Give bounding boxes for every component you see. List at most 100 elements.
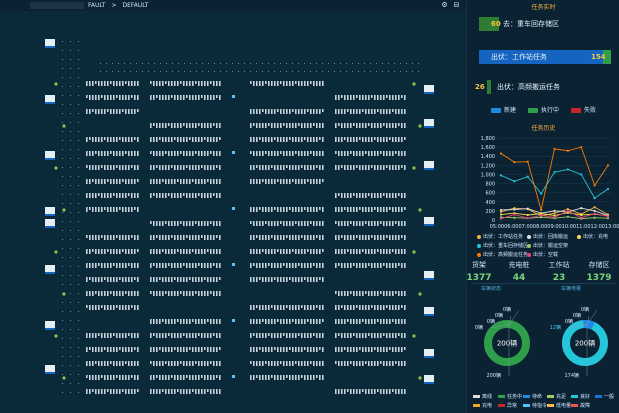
task-row-workstation[interactable]: 出伏：工作站任务 154 bbox=[479, 50, 611, 64]
legend-item-vehicle[interactable]: 离线 bbox=[473, 393, 492, 401]
series-point bbox=[540, 214, 543, 217]
settings-gear-icon[interactable]: ⚙ bbox=[440, 1, 449, 10]
legend-item-vehicle[interactable]: 异常 bbox=[498, 402, 517, 410]
workstation-icon[interactable] bbox=[424, 119, 434, 126]
agv-marker bbox=[232, 151, 235, 154]
legend-item-vehicle[interactable]: 任务中 bbox=[498, 393, 522, 401]
grid-dot bbox=[78, 275, 79, 276]
shelf-cell bbox=[313, 123, 315, 126]
shelf-cell bbox=[101, 347, 103, 352]
shelf-cell bbox=[219, 235, 221, 240]
shelf-cell bbox=[368, 389, 370, 394]
legend-label: 任务中 bbox=[507, 394, 523, 400]
task-row-return[interactable]: 60 去：重车回存储区 bbox=[479, 17, 611, 31]
workstation-icon[interactable] bbox=[45, 39, 55, 46]
workstation-icon[interactable] bbox=[424, 349, 434, 356]
warehouse-map[interactable] bbox=[0, 11, 466, 413]
shelf-cell bbox=[119, 179, 121, 184]
workstation-icon[interactable] bbox=[424, 217, 434, 224]
shelf-cell bbox=[113, 249, 115, 254]
grid-dot bbox=[400, 71, 401, 72]
shelf-cell bbox=[153, 137, 155, 142]
shelf-cell bbox=[159, 333, 161, 338]
legend-item-series[interactable]: 出伏：高频搬运任务 bbox=[477, 251, 528, 259]
shelf-cell bbox=[362, 291, 364, 296]
shelf-cell bbox=[259, 319, 261, 324]
workstation-icon[interactable] bbox=[45, 265, 55, 272]
shelf-cell bbox=[265, 123, 267, 128]
shelf-cell bbox=[174, 165, 176, 170]
y-tick-label: 1,600 bbox=[481, 145, 495, 151]
legend-item-vehicle[interactable]: 充足 bbox=[547, 393, 566, 401]
legend-item-running[interactable]: 执行中 bbox=[528, 107, 559, 115]
shelf-cell bbox=[386, 165, 388, 168]
legend-item-failed[interactable]: 失败 bbox=[571, 107, 596, 115]
shelf-cell bbox=[395, 249, 397, 254]
workstation-icon[interactable] bbox=[424, 85, 434, 92]
legend-swatch bbox=[523, 404, 530, 407]
shelf-cell bbox=[104, 235, 106, 240]
shelf-cell bbox=[250, 109, 252, 114]
shelf-cell bbox=[259, 305, 261, 310]
grid-dot bbox=[78, 302, 79, 303]
shelf-cell bbox=[322, 375, 324, 380]
shelf-cell bbox=[392, 137, 394, 142]
shelf-cell bbox=[86, 347, 88, 352]
export-icon[interactable]: ⊟ bbox=[452, 1, 461, 10]
shelf-cell bbox=[319, 151, 321, 156]
legend-item-vehicle[interactable]: 良好 bbox=[571, 393, 590, 401]
workstation-icon[interactable] bbox=[45, 151, 55, 158]
workstation-icon[interactable] bbox=[45, 207, 55, 214]
workstation-icon[interactable] bbox=[424, 307, 434, 314]
shelf-cell bbox=[101, 151, 103, 156]
shelf-cell bbox=[295, 165, 297, 170]
grid-dot bbox=[62, 248, 63, 249]
legend-item-series[interactable]: 出伏：充电 bbox=[577, 233, 608, 241]
shelf-cell bbox=[335, 95, 337, 100]
legend-item-vehicle[interactable]: 待命 bbox=[523, 393, 542, 401]
grid-dot bbox=[70, 113, 71, 114]
legend-item-new[interactable]: 新建 bbox=[491, 107, 516, 115]
legend-item-vehicle[interactable]: 故障 bbox=[571, 402, 590, 410]
legend-item-series[interactable]: 出伏：回库搬运 bbox=[527, 233, 568, 241]
shelf-cell bbox=[216, 137, 218, 142]
legend-item-vehicle[interactable]: 低电量 bbox=[547, 402, 571, 410]
legend-item-vehicle[interactable]: 待指令 bbox=[523, 402, 547, 410]
workstation-icon[interactable] bbox=[45, 321, 55, 328]
shelf-cell bbox=[116, 291, 118, 296]
workstation-icon[interactable] bbox=[424, 161, 434, 168]
workstation-icon[interactable] bbox=[424, 271, 434, 278]
task-row-highfreq[interactable]: 26 出伏：高频搬运任务 bbox=[475, 80, 611, 94]
workstation-icon[interactable] bbox=[45, 365, 55, 372]
breadcrumb-item-default[interactable]: DEFAULT bbox=[122, 2, 148, 9]
shelf-cell bbox=[192, 123, 194, 128]
grid-dot bbox=[62, 140, 63, 141]
breadcrumb-item-fault[interactable]: FAULT bbox=[88, 2, 106, 9]
grid-dot bbox=[208, 71, 209, 72]
shelf-cell bbox=[401, 137, 403, 142]
shelf-cell bbox=[277, 235, 279, 240]
shelf-cell bbox=[353, 137, 355, 142]
workstation-icon[interactable] bbox=[45, 219, 55, 226]
workstation-icon[interactable] bbox=[424, 375, 434, 382]
shelf-cell bbox=[159, 361, 161, 366]
shelf-cell bbox=[389, 361, 391, 366]
legend-item-vehicle[interactable]: 一般 bbox=[595, 393, 614, 401]
shelf-cell bbox=[174, 137, 176, 140]
shelf-cell bbox=[353, 305, 355, 310]
legend-item-series[interactable]: 出伏：工作站任务 bbox=[477, 233, 523, 241]
shelf-cell bbox=[122, 137, 124, 142]
shelf-cell bbox=[122, 95, 124, 100]
grid-dot bbox=[78, 140, 79, 141]
shelf-cell bbox=[131, 81, 133, 86]
shelf-cell bbox=[347, 291, 349, 296]
legend-item-vehicle[interactable]: 充电 bbox=[473, 402, 492, 410]
legend-item-series[interactable]: 出伏：空载 bbox=[527, 251, 558, 259]
legend-item-series[interactable]: 出伏：重车回存储区 bbox=[477, 242, 528, 250]
shelf-cell bbox=[256, 249, 258, 254]
shelf-cell bbox=[156, 221, 158, 226]
legend-item-series[interactable]: 出伏：搬运空架 bbox=[527, 242, 568, 250]
workstation-icon[interactable] bbox=[45, 95, 55, 102]
shelf-cell bbox=[89, 165, 91, 170]
grid-dot bbox=[358, 71, 359, 72]
